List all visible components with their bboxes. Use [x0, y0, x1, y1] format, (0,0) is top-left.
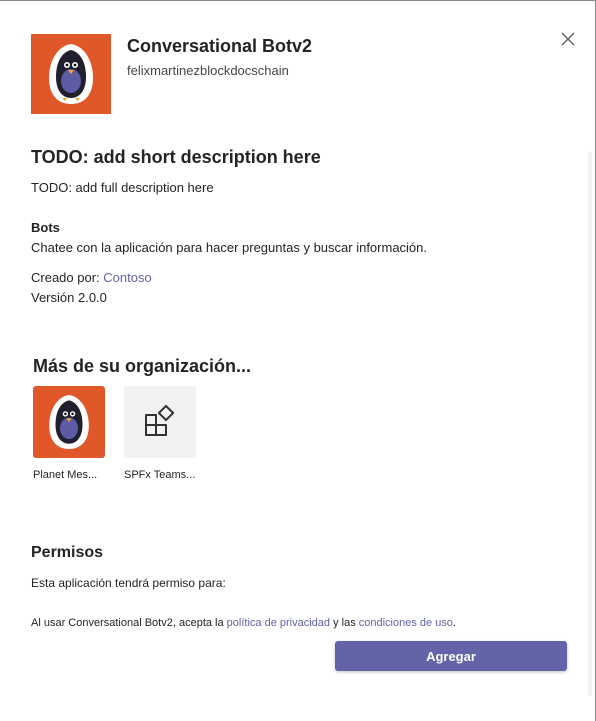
org-app-thumbnail[interactable]: [124, 386, 196, 458]
org-app-tile-spfx[interactable]: SPFx Teams...: [124, 386, 196, 481]
apps-icon: [145, 404, 175, 436]
legal-text: Al usar Conversational Botv2, acepta la …: [31, 617, 456, 629]
add-button[interactable]: Agregar: [335, 641, 567, 671]
app-details-dialog: Conversational Botv2 felixmartinezblockd…: [0, 0, 596, 721]
app-title: Conversational Botv2: [127, 36, 313, 56]
close-icon[interactable]: [561, 32, 575, 46]
terms-of-use-link[interactable]: condiciones de uso: [359, 617, 453, 629]
scrollbar[interactable]: [588, 151, 592, 696]
created-by-label: Creado por:: [31, 270, 104, 285]
close-button[interactable]: [558, 29, 578, 49]
privacy-policy-link[interactable]: política de privacidad: [227, 617, 330, 629]
org-app-label[interactable]: SPFx Teams...: [124, 469, 196, 481]
org-app-label[interactable]: Planet Mes...: [33, 469, 105, 481]
app-logo: [31, 34, 111, 114]
publisher-link[interactable]: Contoso: [103, 270, 151, 285]
full-description: TODO: add full description here: [31, 180, 214, 195]
bots-description: Chatee con la aplicación para hacer preg…: [31, 240, 428, 255]
short-description: TODO: add short description here: [31, 147, 321, 167]
penguin-logo-icon: [49, 395, 89, 449]
version-text: Versión 2.0.0: [31, 290, 107, 305]
legal-prefix: Al usar Conversational Botv2, acepta la: [31, 617, 227, 629]
more-from-org-heading: Más de su organización...: [33, 356, 252, 376]
penguin-logo-icon: [31, 34, 111, 114]
org-app-thumbnail[interactable]: [33, 386, 105, 458]
app-publisher: felixmartinezblockdocschain: [127, 63, 289, 78]
permissions-heading: Permisos: [31, 544, 104, 561]
legal-suffix: .: [452, 617, 456, 629]
created-by: Creado por: Contoso: [31, 270, 152, 285]
org-app-tile-planet[interactable]: Planet Mes...: [33, 386, 105, 481]
permissions-description: Esta aplicación tendrá permiso para:: [31, 576, 226, 590]
bots-heading: Bots: [31, 220, 60, 235]
legal-middle: y las: [330, 617, 359, 629]
